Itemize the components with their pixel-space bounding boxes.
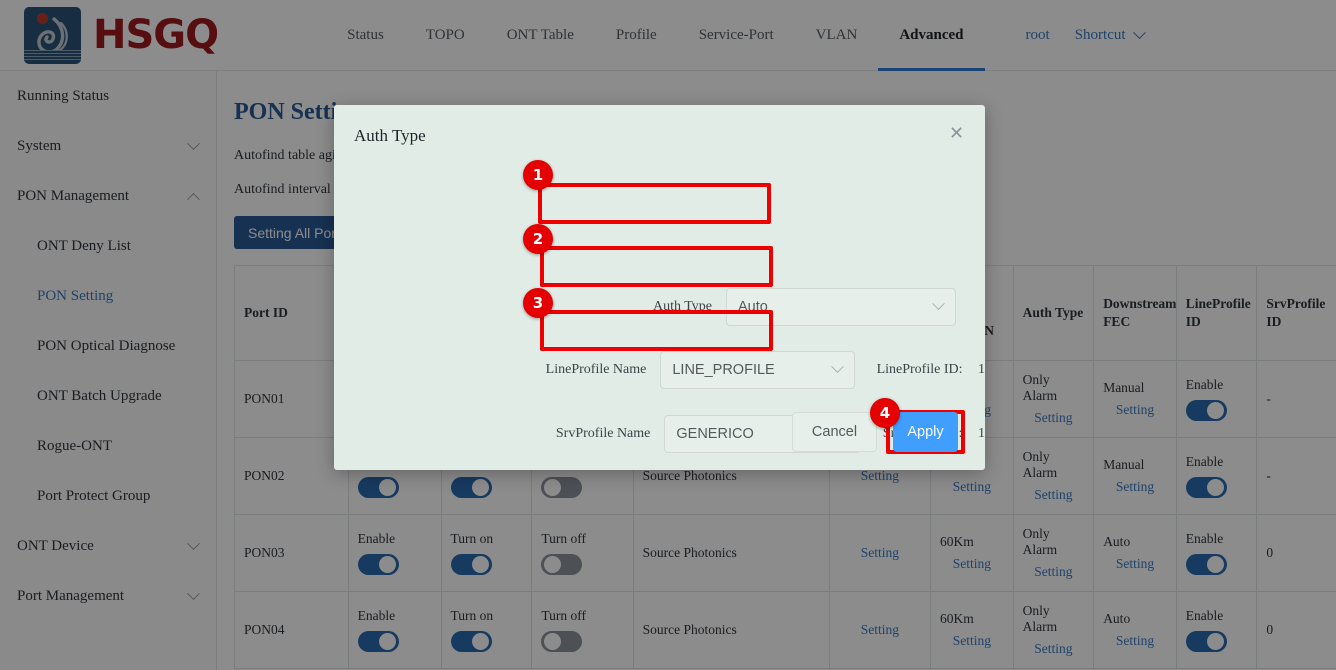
- field-row-srvprofile: SrvProfile Name GENERICO SrvProfile ID: …: [334, 415, 985, 453]
- srvprofile-name-label: SrvProfile Name: [334, 426, 664, 442]
- dialog-title: Auth Type: [354, 126, 426, 146]
- srvprofile-name-value: GENERICO: [676, 426, 753, 442]
- lineprofile-id-group: LineProfile ID: 1: [877, 362, 985, 378]
- chevron-down-icon: [932, 297, 945, 310]
- field-row-lineprofile: LineProfile Name LINE_PROFILE LineProfil…: [334, 351, 985, 389]
- lineprofile-name-label: LineProfile Name: [334, 362, 660, 378]
- auth-type-select[interactable]: Auto: [726, 288, 956, 326]
- chevron-down-icon: [831, 360, 844, 373]
- apply-button[interactable]: Apply: [893, 412, 958, 452]
- close-icon[interactable]: ✕: [949, 124, 967, 142]
- lineprofile-name-value: LINE_PROFILE: [672, 362, 774, 378]
- cancel-button[interactable]: Cancel: [792, 412, 877, 452]
- lineprofile-id-label: LineProfile ID:: [877, 362, 963, 377]
- lineprofile-name-select[interactable]: LINE_PROFILE: [660, 351, 854, 389]
- app-root: HSGQ Status TOPO ONT Table Profile Servi…: [0, 0, 1336, 670]
- auth-type-value: Auto: [738, 299, 768, 315]
- srvprofile-id-value: 1: [978, 426, 985, 441]
- auth-type-dialog: Auth Type ✕ Auth Type Auto LineProfile N…: [334, 105, 985, 470]
- field-row-auth-type: Auth Type Auto: [334, 288, 985, 326]
- auth-type-label: Auth Type: [334, 299, 726, 315]
- lineprofile-id-value: 1: [978, 362, 985, 377]
